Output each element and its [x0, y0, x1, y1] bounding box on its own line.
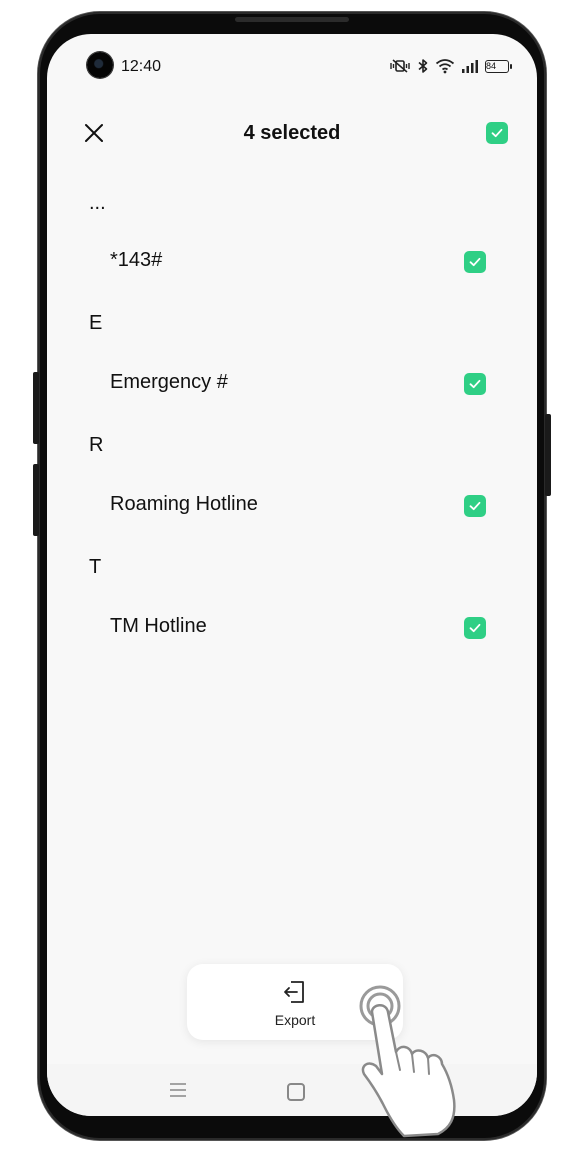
- selection-header: 4 selected: [47, 114, 537, 154]
- checkmark-icon: [469, 501, 481, 511]
- section-header: T: [89, 556, 102, 578]
- contact-name: Emergency #: [110, 371, 228, 393]
- contact-checkbox[interactable]: [464, 495, 486, 517]
- checkmark-icon: [469, 623, 481, 633]
- wifi-icon: [435, 58, 455, 74]
- status-time: 12:40: [121, 58, 162, 75]
- contact-checkbox[interactable]: [464, 617, 486, 639]
- volume-up-button: [33, 372, 39, 444]
- front-camera: [87, 52, 113, 78]
- contact-row[interactable]: *143#: [47, 237, 537, 287]
- select-all-checkbox[interactable]: [486, 122, 508, 144]
- contact-row[interactable]: Emergency #: [47, 359, 537, 409]
- menu-icon[interactable]: [169, 1082, 187, 1103]
- checkmark-icon: [469, 257, 481, 267]
- power-button: [545, 414, 551, 496]
- checkmark-icon: [469, 379, 481, 389]
- battery-icon: 84: [485, 59, 512, 73]
- contact-name: TM Hotline: [110, 615, 207, 637]
- contact-name: *143#: [110, 249, 163, 271]
- bluetooth-icon: [417, 58, 429, 74]
- signal-icon: [461, 59, 479, 73]
- home-icon[interactable]: [287, 1083, 305, 1101]
- page-title: 4 selected: [243, 122, 341, 144]
- export-icon: [282, 979, 308, 1010]
- volume-down-button: [33, 464, 39, 536]
- section-header: ...: [89, 192, 106, 214]
- contact-name: Roaming Hotline: [110, 493, 258, 515]
- earpiece-speaker: [235, 17, 349, 22]
- vibrate-mute-icon: [389, 59, 411, 73]
- section-header: R: [89, 434, 104, 456]
- contact-row[interactable]: Roaming Hotline: [47, 481, 537, 531]
- status-icons: 84: [389, 58, 512, 74]
- tap-gesture-hand-icon: [359, 985, 456, 1138]
- contact-checkbox[interactable]: [464, 373, 486, 395]
- status-bar: 12:40 84: [47, 50, 537, 84]
- checkmark-icon: [491, 128, 503, 138]
- contact-checkbox[interactable]: [464, 251, 486, 273]
- screen: 12:40 84 4 selected ... *143# E Emergenc…: [47, 34, 537, 1116]
- contact-row[interactable]: TM Hotline: [47, 603, 537, 653]
- section-header: E: [89, 312, 103, 334]
